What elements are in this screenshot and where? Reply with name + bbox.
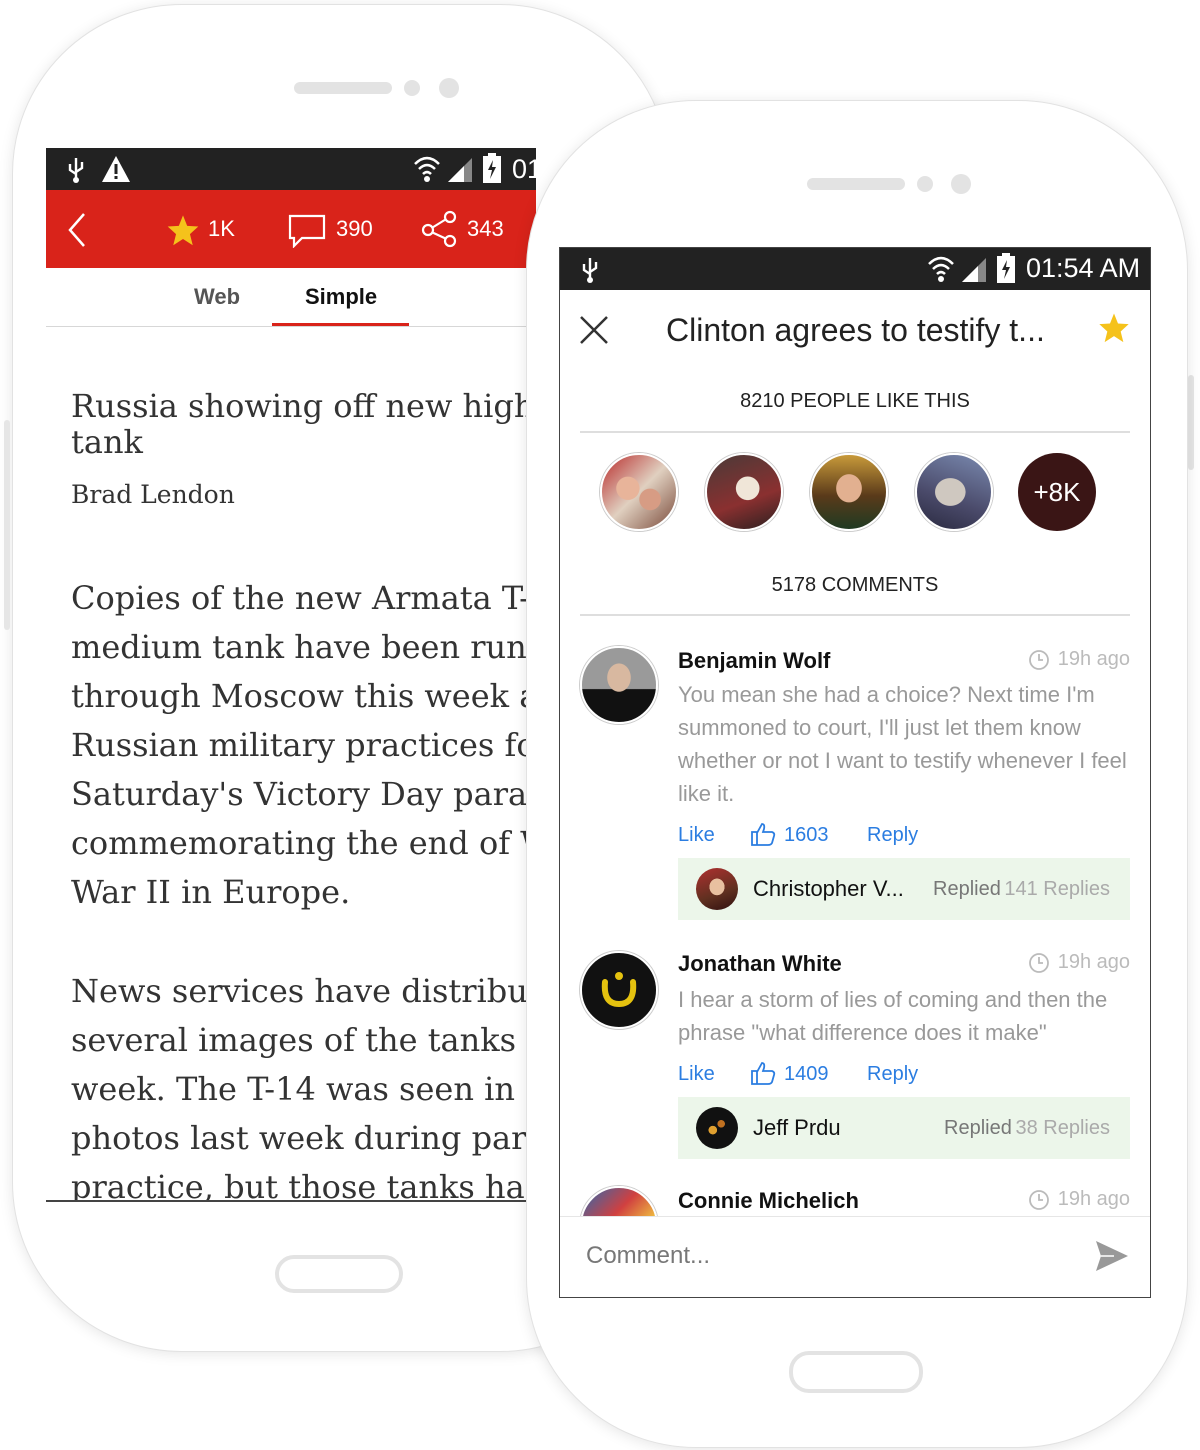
- comment-text: I hear a storm of lies of coming and the…: [678, 987, 1108, 1045]
- thumbs-up-icon[interactable]: [750, 821, 776, 847]
- article-toolbar: 1K 390 343: [46, 190, 536, 268]
- share-icon[interactable]: [420, 210, 458, 248]
- like-count: 1409: [784, 1063, 829, 1085]
- reply-button[interactable]: Reply: [867, 1063, 918, 1086]
- status-bar: 01: [46, 148, 536, 190]
- tab-web[interactable]: Web: [194, 284, 240, 310]
- commenter-name[interactable]: Jonathan White: [678, 951, 842, 977]
- comment-time-text: 19h ago: [1057, 951, 1130, 973]
- liker-avatar[interactable]: [810, 453, 888, 531]
- usb-icon: [68, 158, 84, 183]
- reply-count: 38 Replies: [1015, 1117, 1110, 1139]
- comment-bubble-icon[interactable]: [288, 214, 326, 248]
- power-button: [4, 420, 10, 630]
- comment-time: 19h ago: [1028, 1188, 1130, 1211]
- liker-avatar[interactable]: [600, 453, 678, 531]
- camera-dot: [951, 174, 971, 194]
- star-count[interactable]: 1K: [208, 216, 235, 242]
- signal-icon: [962, 258, 986, 282]
- status-time: 01: [512, 154, 536, 184]
- commenter-name[interactable]: Connie Michelich: [678, 1188, 859, 1214]
- reply-author: Jeff Prdu: [753, 1115, 841, 1140]
- article-body: Russia showing off new high- tank Brad L…: [71, 388, 536, 1200]
- tab-simple[interactable]: Simple: [305, 284, 377, 310]
- send-icon[interactable]: [1094, 1239, 1130, 1273]
- battery-icon: [483, 153, 501, 183]
- volume-button: [1188, 375, 1194, 470]
- status-bar: 01:54 AM: [560, 248, 1150, 290]
- clock-icon: [1028, 649, 1049, 670]
- article-paragraph-2: News services have distribut several ima…: [71, 972, 536, 1202]
- reply-button[interactable]: Reply: [867, 824, 918, 847]
- reply-status: Replied: [944, 1117, 1012, 1139]
- comment-time-text: 19h ago: [1057, 648, 1130, 670]
- reply-author: Christopher V...: [753, 876, 904, 901]
- comments-header: Clinton agrees to testify t...: [560, 290, 1150, 370]
- divider: [580, 431, 1130, 433]
- avatar[interactable]: [580, 646, 658, 724]
- headline-line-1: Russia showing off new high-: [71, 387, 536, 425]
- avatar: [696, 868, 738, 910]
- home-button[interactable]: [275, 1255, 403, 1293]
- divider: [580, 614, 1130, 616]
- like-count: 1603: [784, 824, 829, 846]
- reply-count: 141 Replies: [1004, 878, 1110, 900]
- star-icon[interactable]: [166, 214, 200, 246]
- comment-time-text: 19h ago: [1057, 1188, 1130, 1210]
- article-screen: 01 1K 390 343 Web Simple Russia showing …: [46, 148, 536, 1202]
- comment-input[interactable]: [584, 1235, 1068, 1277]
- thumbs-up-icon[interactable]: [750, 1060, 776, 1086]
- close-icon[interactable]: [578, 314, 610, 346]
- warning-icon: [102, 156, 130, 182]
- comment-count[interactable]: 390: [336, 216, 373, 242]
- article-headline: Russia showing off new high- tank: [71, 388, 536, 460]
- earpiece-speaker: [294, 82, 392, 94]
- reply-preview[interactable]: Jeff Prdu Replied 38 Replies: [678, 1097, 1130, 1159]
- like-button[interactable]: Like: [678, 824, 715, 847]
- likes-header: 8210 PEOPLE LIKE THIS: [740, 390, 970, 412]
- comment-composer: [560, 1216, 1150, 1297]
- comments-screen: 01:54 AM Clinton agrees to testify t... …: [559, 247, 1151, 1298]
- star-icon[interactable]: [1098, 312, 1130, 343]
- status-time: 01:54 AM: [1026, 253, 1141, 283]
- camera-dot: [439, 78, 459, 98]
- avatar: [696, 1107, 738, 1149]
- share-count[interactable]: 343: [467, 216, 504, 242]
- comment-time: 19h ago: [1028, 951, 1130, 974]
- clock-icon: [1028, 1189, 1049, 1210]
- view-tabs: Web Simple: [46, 268, 536, 327]
- wifi-icon: [414, 156, 440, 182]
- home-button[interactable]: [789, 1351, 923, 1393]
- active-tab-indicator: [272, 323, 409, 326]
- earpiece-speaker: [807, 178, 905, 190]
- nun-symbol-icon: [601, 972, 637, 1008]
- clock-icon: [1028, 952, 1049, 973]
- usb-icon: [582, 258, 598, 283]
- like-button[interactable]: Like: [678, 1063, 715, 1086]
- back-arrow-icon[interactable]: [66, 212, 88, 248]
- comment-text: You mean she had a choice? Next time I'm…: [678, 682, 1127, 806]
- signal-icon: [448, 158, 472, 182]
- sensor-dot: [404, 80, 420, 96]
- liker-avatar[interactable]: [705, 453, 783, 531]
- comment-time: 19h ago: [1028, 648, 1130, 671]
- reply-status: Replied: [933, 878, 1001, 900]
- wifi-icon: [928, 256, 954, 282]
- article-paragraph-1: Copies of the new Armata T-14 medium tan…: [71, 579, 536, 911]
- page-title: Clinton agrees to testify t...: [666, 312, 1045, 348]
- article-author: Brad Lendon: [71, 480, 235, 509]
- headline-line-2: tank: [71, 423, 143, 461]
- battery-icon: [997, 253, 1015, 283]
- avatar[interactable]: [580, 951, 658, 1029]
- reply-preview[interactable]: Christopher V... Replied 141 Replies: [678, 858, 1130, 920]
- more-likers-badge[interactable]: +8K: [1018, 453, 1096, 531]
- liker-avatar[interactable]: [915, 453, 993, 531]
- commenter-name[interactable]: Benjamin Wolf: [678, 648, 830, 674]
- comments-count-header: 5178 COMMENTS: [771, 574, 939, 596]
- sensor-dot: [917, 176, 933, 192]
